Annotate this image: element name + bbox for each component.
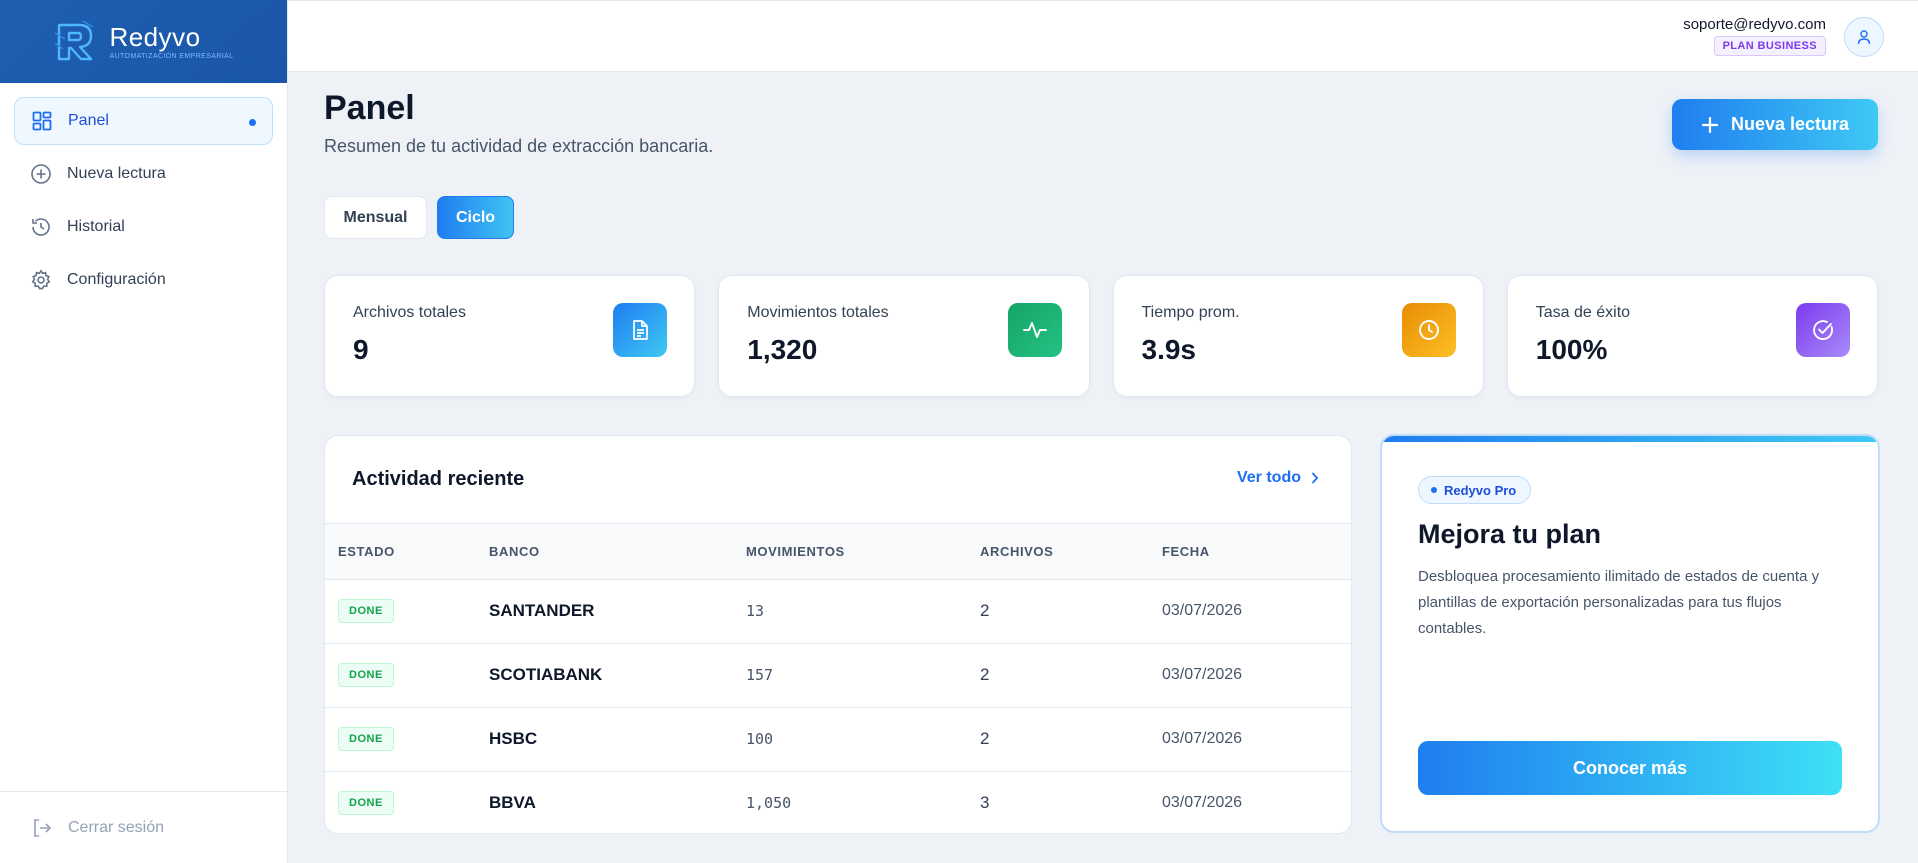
new-reading-button[interactable]: Nueva lectura [1672,99,1878,150]
chevron-right-icon [1312,472,1319,484]
status-badge: DONE [338,791,394,816]
activity-table: ESTADO BANCO MOVIMIENTOS ARCHIVOS FECHA … [325,524,1351,833]
new-reading-label: Nueva lectura [1730,114,1850,134]
brand-name: Redyvo [109,22,201,52]
chip-dot [1431,487,1437,493]
bank-name: SCOTIABANK [489,665,603,684]
bank-name: BBVA [489,793,536,813]
activity-header: Actividad reciente Ver todo [325,436,1351,524]
stat-card-files: Archivos totales 9 [324,275,696,397]
stat-card-movements: Movimientos totales 1,320 [718,275,1090,397]
toggle-ciclo[interactable]: Ciclo [437,196,514,239]
sidebar-item-label: Configuración [67,271,166,288]
date: 03/07/2026 [1162,602,1243,619]
table-row[interactable]: DONE BBVA 1,050 3 03/07/2026 [325,771,1351,833]
files-count: 2 [980,665,990,684]
sidebar-item-nueva-lectura[interactable]: Nueva lectura [14,150,273,198]
sidebar-item-label: Nueva lectura [67,165,166,182]
grid-icon [31,110,53,132]
bank-name: SANTANDER [489,601,595,620]
column-header-status: ESTADO [338,543,395,559]
column-header-date: FECHA [1162,543,1210,559]
logout-button[interactable]: Cerrar sesión [0,791,288,863]
logout-label: Cerrar sesión [68,818,165,836]
movements-count: 100 [746,730,774,748]
brand-tagline: AUTOMATIZACIÓN EMPRESARIAL [109,53,234,60]
pro-chip-label: Redyvo Pro [1444,482,1517,498]
plus-icon [1701,116,1719,133]
check-circle-icon [1796,303,1850,357]
sidebar-item-panel[interactable]: Panel [14,97,273,145]
redyvo-logo-icon [53,19,99,65]
sidebar-item-configuracion[interactable]: Configuración [14,256,273,304]
main-content: Panel Resumen de tu actividad de extracc… [288,72,1918,863]
top-bar: soporte@redyvo.com PLAN BUSINESS [288,0,1918,72]
movements-count: 157 [746,666,774,684]
files-count: 3 [980,793,990,813]
document-icon [613,303,668,357]
user-info: soporte@redyvo.com PLAN BUSINESS [1683,16,1826,56]
movements-count: 1,050 [746,794,792,813]
date: 03/07/2026 [1162,794,1243,812]
status-badge: DONE [338,599,394,623]
status-badge: DONE [338,663,394,687]
plan-badge: PLAN BUSINESS [1713,36,1826,56]
recent-activity-card: Actividad reciente Ver todo ESTADO BANCO… [324,435,1352,834]
toggle-mensual[interactable]: Mensual [324,196,427,239]
pro-chip: Redyvo Pro [1418,476,1532,504]
sidebar: Redyvo AUTOMATIZACIÓN EMPRESARIAL Panel … [0,0,288,863]
gear-icon [30,269,52,291]
clock-icon [1401,303,1456,357]
column-header-files: ARCHIVOS [980,543,1054,559]
column-header-movements: MOVIMIENTOS [746,543,845,559]
see-all-label: Ver todo [1236,469,1301,486]
status-badge: DONE [338,727,394,751]
activity-icon [1007,303,1062,357]
active-indicator [249,119,256,126]
upgrade-title: Mejora tu plan [1418,519,1602,549]
brand-header[interactable]: Redyvo AUTOMATIZACIÓN EMPRESARIAL [0,0,287,83]
stats-row: Archivos totales 9 Movimientos totales 1… [324,275,1878,397]
user-email: soporte@redyvo.com [1683,16,1826,33]
upgrade-description: Desbloquea procesamiento ilimitado de es… [1418,568,1820,637]
column-header-bank: BANCO [489,543,540,559]
table-row[interactable]: DONE SCOTIABANK 157 2 03/07/2026 [325,643,1351,707]
user-icon [1857,30,1871,45]
logout-icon [30,816,54,840]
stat-card-avg-time: Tiempo prom. 3.9s [1112,275,1484,397]
plus-circle-icon [30,163,52,185]
page-title: Panel [324,89,415,127]
period-toggle: Mensual Ciclo [324,196,514,239]
upgrade-plan-card: Redyvo Pro Mejora tu plan Desbloquea pro… [1380,434,1880,833]
files-count: 2 [980,729,990,748]
date: 03/07/2026 [1162,666,1243,683]
learn-more-button[interactable]: Conocer más [1418,741,1842,795]
sidebar-item-historial[interactable]: Historial [14,203,273,251]
files-count: 2 [980,601,990,620]
activity-title: Actividad reciente [352,468,525,490]
table-row[interactable]: DONE SANTANDER 13 2 03/07/2026 [325,579,1351,643]
avatar[interactable] [1844,17,1884,57]
sidebar-nav: Panel Nueva lectura Historial Configurac… [0,83,287,304]
history-icon [30,216,52,238]
bank-name: HSBC [489,729,538,748]
stat-card-success-rate: Tasa de éxito 100% [1506,275,1878,397]
sidebar-item-label: Panel [68,112,109,129]
page-subtitle: Resumen de tu actividad de extracción ba… [324,136,714,156]
scrollbar[interactable] [1912,72,1918,863]
table-row[interactable]: DONE HSBC 100 2 03/07/2026 [325,707,1351,771]
movements-count: 13 [746,602,765,620]
sidebar-item-label: Historial [67,218,125,235]
see-all-link[interactable]: Ver todo [1237,469,1319,487]
date: 03/07/2026 [1162,730,1243,747]
table-header-row: ESTADO BANCO MOVIMIENTOS ARCHIVOS FECHA [325,524,1351,579]
